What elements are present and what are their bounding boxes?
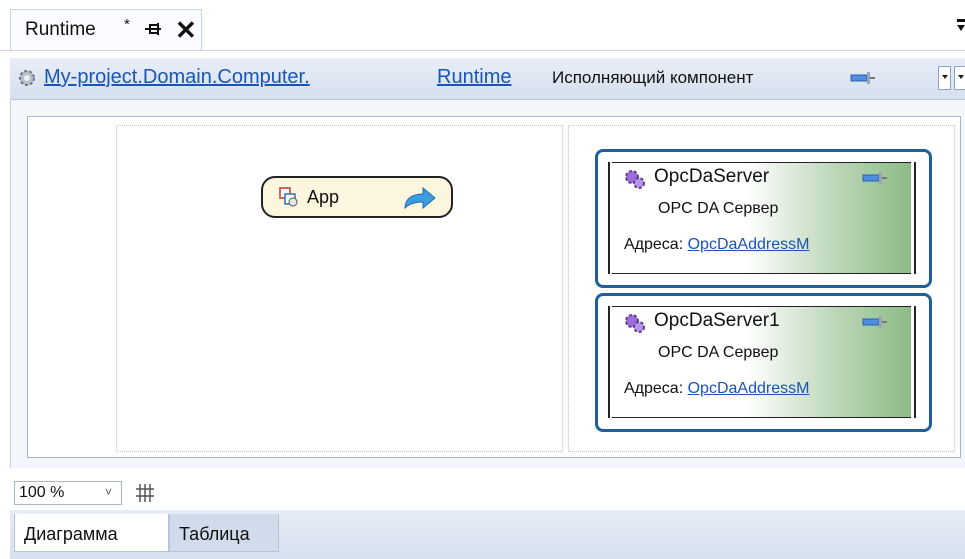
server-node[interactable]: OpcDaServer OPC DA Сервер Адреса: OpcDaA… — [595, 149, 932, 288]
component-type-label: Исполняющий компонент — [552, 68, 754, 87]
tab-title: Runtime — [25, 19, 96, 40]
tab-runtime[interactable]: Runtime * ✕ — [10, 9, 202, 50]
component-icon — [862, 316, 887, 328]
zoom-select[interactable]: 100 % ˅ — [14, 481, 122, 505]
server-type: OPC DA Сервер — [658, 200, 779, 217]
navbar-dropdown-button[interactable] — [938, 66, 951, 90]
breadcrumb-path-link[interactable]: My-project.Domain.Computer. — [44, 66, 310, 89]
tab-overflow-icon[interactable] — [957, 19, 965, 33]
server-address: Адреса: OpcDaAddressM — [624, 236, 810, 253]
address-link[interactable]: OpcDaAddressM — [688, 236, 810, 253]
document-tab-strip: Runtime * ✕ — [0, 0, 965, 51]
app-icon — [279, 187, 298, 207]
grid-icon[interactable] — [135, 483, 155, 503]
chevron-down-icon: ˅ — [105, 485, 113, 499]
close-icon[interactable]: ✕ — [175, 15, 197, 46]
server-bracket-right — [908, 162, 916, 274]
tab-table[interactable]: Таблица — [169, 514, 279, 552]
server-address: Адреса: OpcDaAddressM — [624, 380, 810, 397]
tab-diagram[interactable]: Диаграмма — [14, 514, 169, 552]
server-bracket-left — [608, 306, 616, 418]
breadcrumb-bar: My-project.Domain.Computer. Runtime Испо… — [10, 58, 965, 100]
app-node-label: App — [307, 187, 340, 207]
server-name: OpcDaServer1 — [654, 310, 780, 331]
app-node[interactable]: App — [261, 176, 453, 218]
diagram-canvas[interactable]: App OpcDaServer OPC DA Сервер Адреса: Op… — [27, 116, 961, 458]
app-zone — [116, 125, 563, 452]
modified-marker: * — [124, 16, 130, 33]
go-to-arrow-icon[interactable] — [399, 184, 439, 212]
breadcrumb-runtime-link[interactable]: Runtime — [437, 66, 511, 89]
component-icon — [862, 172, 887, 184]
pin-icon[interactable] — [142, 18, 164, 40]
gear-icon — [625, 170, 645, 189]
server-type: OPC DA Сервер — [658, 344, 779, 361]
server-bracket-right — [908, 306, 916, 418]
diagram-area: App OpcDaServer OPC DA Сервер Адреса: Op… — [10, 100, 965, 468]
zoom-value: 100 % — [19, 484, 65, 501]
server-name: OpcDaServer — [654, 166, 770, 187]
gear-icon — [19, 70, 35, 86]
gear-icon — [625, 314, 645, 333]
server-node[interactable]: OpcDaServer1 OPC DA Сервер Адреса: OpcDa… — [595, 293, 932, 432]
navbar-overflow-button[interactable] — [954, 66, 965, 90]
component-icon — [850, 72, 875, 84]
view-tabs: Диаграмма Таблица — [10, 510, 965, 559]
server-bracket-left — [608, 162, 616, 274]
address-link[interactable]: OpcDaAddressM — [688, 380, 810, 397]
diagram-statusbar: 100 % ˅ — [10, 474, 965, 510]
